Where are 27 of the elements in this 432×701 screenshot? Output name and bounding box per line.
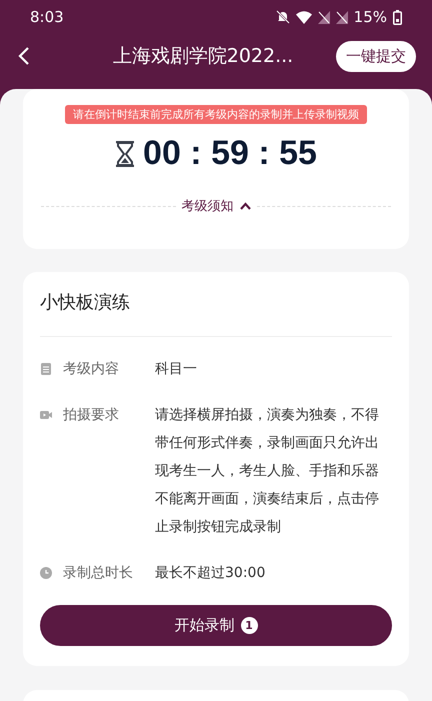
signal-icon [336,10,348,24]
chevron-up-icon[interactable] [240,202,250,210]
task-title: 小快板演练 [40,290,392,337]
detail-value: 最长不超过30:00 [155,564,266,583]
detail-label: 拍摄要求 [63,406,120,425]
hourglass-icon [115,140,136,166]
wifi-icon [296,10,312,24]
count-badge: 1 [240,617,258,634]
exam-notice-toggle[interactable]: 考级须知 [182,197,234,215]
detail-label: 考级内容 [63,360,120,379]
document-icon [40,363,52,375]
bell-off-icon [276,10,290,24]
clock-icon [40,567,52,579]
battery-icon [393,10,402,24]
detail-value: 科目一 [155,360,198,379]
countdown-timer: 00 : 59 : 55 [143,134,317,173]
status-time: 8:03 [30,8,64,26]
video-icon [40,409,52,421]
tip-banner: 请在倒计时结束前完成所有考级内容的录制并上传录制视频 [65,105,367,124]
signal-icon [318,10,330,24]
start-recording-button[interactable]: 开始录制 1 [40,605,392,646]
battery-level: 15% [354,8,387,26]
detail-label: 录制总时长 [63,564,134,583]
detail-value: 请选择横屏拍摄，演奏为独奏，不得带任何形式伴奏，录制画面只允许出现考生一人，考生人脸、手指和乐器不能离开画面，演奏结束后，点击停止录制按钮完成录制 [155,406,380,537]
back-icon[interactable] [18,46,30,66]
submit-all-button[interactable]: 一键提交 [336,40,416,72]
page-title: 上海戏剧学院2022... [112,44,294,69]
